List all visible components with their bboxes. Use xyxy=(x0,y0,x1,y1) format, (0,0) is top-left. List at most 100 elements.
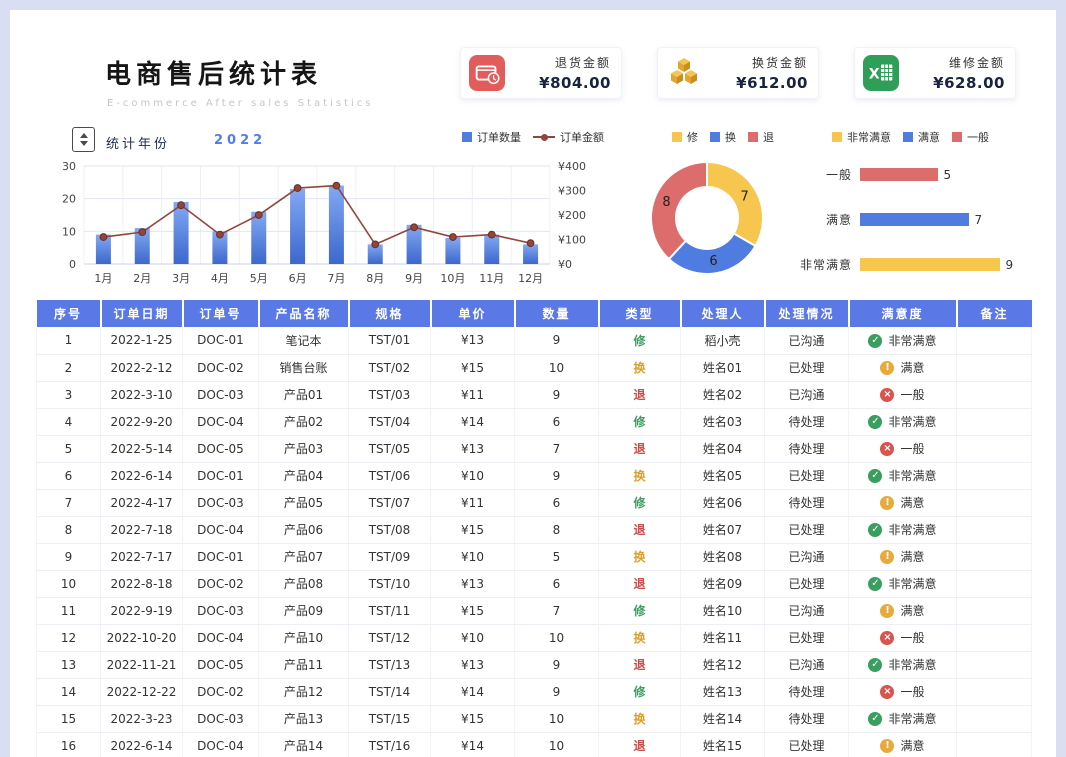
cell-index[interactable]: 14 xyxy=(36,678,101,706)
cell-product-name[interactable]: 产品09 xyxy=(258,597,349,625)
cell-unit-price[interactable]: ¥10 xyxy=(430,624,515,652)
cell-type[interactable]: 换 xyxy=(598,462,681,490)
cell-unit-price[interactable]: ¥13 xyxy=(430,651,515,679)
cell-type[interactable]: 修 xyxy=(598,327,681,355)
cell-unit-price[interactable]: ¥10 xyxy=(430,543,515,571)
cell-product-name[interactable]: 笔记本 xyxy=(258,327,349,355)
cell-type[interactable]: 退 xyxy=(598,516,681,544)
cell-order-date[interactable]: 2022-3-10 xyxy=(100,381,183,409)
cell-note[interactable] xyxy=(956,435,1032,463)
cell-index[interactable]: 13 xyxy=(36,651,101,679)
cell-order-no[interactable]: DOC-03 xyxy=(182,597,259,625)
cell-note[interactable] xyxy=(956,354,1032,382)
cell-satisfaction[interactable]: × 一般 xyxy=(848,381,957,409)
cell-handler[interactable]: 姓名13 xyxy=(680,678,765,706)
cell-product-name[interactable]: 产品14 xyxy=(258,732,349,757)
cell-qty[interactable]: 9 xyxy=(514,462,599,490)
cell-order-date[interactable]: 2022-7-17 xyxy=(100,543,183,571)
cell-status[interactable]: 已沟通 xyxy=(764,327,849,355)
cell-order-date[interactable]: 2022-1-25 xyxy=(100,327,183,355)
cell-type[interactable]: 退 xyxy=(598,570,681,598)
cell-order-no[interactable]: DOC-01 xyxy=(182,327,259,355)
col-header-status[interactable]: 处理情况 xyxy=(764,300,850,327)
cell-handler[interactable]: 姓名12 xyxy=(680,651,765,679)
cell-note[interactable] xyxy=(956,705,1032,733)
cell-type[interactable]: 修 xyxy=(598,408,681,436)
cell-type[interactable]: 退 xyxy=(598,732,681,757)
cell-note[interactable] xyxy=(956,462,1032,490)
cell-type[interactable]: 换 xyxy=(598,624,681,652)
cell-note[interactable] xyxy=(956,570,1032,598)
cell-order-no[interactable]: DOC-03 xyxy=(182,705,259,733)
cell-note[interactable] xyxy=(956,597,1032,625)
cell-product-name[interactable]: 产品12 xyxy=(258,678,349,706)
cell-type[interactable]: 修 xyxy=(598,678,681,706)
col-header-satisfaction[interactable]: 满意度 xyxy=(848,300,958,327)
cell-unit-price[interactable]: ¥10 xyxy=(430,462,515,490)
cell-index[interactable]: 16 xyxy=(36,732,101,757)
cell-note[interactable] xyxy=(956,381,1032,409)
col-header-spec[interactable]: 规格 xyxy=(348,300,432,327)
cell-satisfaction[interactable]: ✓ 非常满意 xyxy=(848,462,957,490)
cell-index[interactable]: 8 xyxy=(36,516,101,544)
year-stepper[interactable] xyxy=(72,127,95,152)
cell-order-date[interactable]: 2022-6-14 xyxy=(100,732,183,757)
cell-status[interactable]: 已沟通 xyxy=(764,543,849,571)
cell-index[interactable]: 3 xyxy=(36,381,101,409)
cell-order-date[interactable]: 2022-11-21 xyxy=(100,651,183,679)
cell-handler[interactable]: 姓名07 xyxy=(680,516,765,544)
cell-spec[interactable]: TST/03 xyxy=(348,381,431,409)
cell-order-no[interactable]: DOC-05 xyxy=(182,435,259,463)
cell-status[interactable]: 已处理 xyxy=(764,624,849,652)
cell-unit-price[interactable]: ¥14 xyxy=(430,678,515,706)
cell-order-no[interactable]: DOC-03 xyxy=(182,381,259,409)
cell-index[interactable]: 6 xyxy=(36,462,101,490)
cell-product-name[interactable]: 产品03 xyxy=(258,435,349,463)
cell-note[interactable] xyxy=(956,732,1032,757)
cell-order-no[interactable]: DOC-05 xyxy=(182,651,259,679)
cell-product-name[interactable]: 产品05 xyxy=(258,489,349,517)
col-header-qty[interactable]: 数量 xyxy=(514,300,600,327)
cell-handler[interactable]: 姓名03 xyxy=(680,408,765,436)
cell-satisfaction[interactable]: ✓ 非常满意 xyxy=(848,408,957,436)
cell-satisfaction[interactable]: ✓ 非常满意 xyxy=(848,570,957,598)
cell-spec[interactable]: TST/16 xyxy=(348,732,431,757)
cell-order-date[interactable]: 2022-6-14 xyxy=(100,462,183,490)
cell-satisfaction[interactable]: ! 满意 xyxy=(848,732,957,757)
cell-qty[interactable]: 7 xyxy=(514,435,599,463)
cell-unit-price[interactable]: ¥11 xyxy=(430,489,515,517)
cell-index[interactable]: 4 xyxy=(36,408,101,436)
cell-order-date[interactable]: 2022-12-22 xyxy=(100,678,183,706)
cell-status[interactable]: 已沟通 xyxy=(764,597,849,625)
cell-spec[interactable]: TST/08 xyxy=(348,516,431,544)
cell-spec[interactable]: TST/05 xyxy=(348,435,431,463)
cell-product-name[interactable]: 产品07 xyxy=(258,543,349,571)
cell-unit-price[interactable]: ¥13 xyxy=(430,435,515,463)
cell-index[interactable]: 2 xyxy=(36,354,101,382)
col-header-unit-price[interactable]: 单价 xyxy=(430,300,516,327)
cell-type[interactable]: 修 xyxy=(598,489,681,517)
cell-note[interactable] xyxy=(956,516,1032,544)
cell-satisfaction[interactable]: × 一般 xyxy=(848,435,957,463)
cell-index[interactable]: 15 xyxy=(36,705,101,733)
cell-spec[interactable]: TST/06 xyxy=(348,462,431,490)
cell-spec[interactable]: TST/13 xyxy=(348,651,431,679)
cell-unit-price[interactable]: ¥15 xyxy=(430,516,515,544)
cell-spec[interactable]: TST/14 xyxy=(348,678,431,706)
cell-note[interactable] xyxy=(956,327,1032,355)
cell-spec[interactable]: TST/07 xyxy=(348,489,431,517)
cell-unit-price[interactable]: ¥14 xyxy=(430,732,515,757)
cell-qty[interactable]: 6 xyxy=(514,408,599,436)
cell-status[interactable]: 待处理 xyxy=(764,435,849,463)
cell-order-no[interactable]: DOC-04 xyxy=(182,732,259,757)
cell-satisfaction[interactable]: ! 满意 xyxy=(848,489,957,517)
cell-unit-price[interactable]: ¥13 xyxy=(430,570,515,598)
cell-handler[interactable]: 姓名15 xyxy=(680,732,765,757)
stepper-down-icon[interactable] xyxy=(79,141,88,146)
cell-order-no[interactable]: DOC-02 xyxy=(182,678,259,706)
cell-status[interactable]: 已沟通 xyxy=(764,381,849,409)
cell-handler[interactable]: 姓名05 xyxy=(680,462,765,490)
cell-index[interactable]: 9 xyxy=(36,543,101,571)
cell-order-date[interactable]: 2022-5-14 xyxy=(100,435,183,463)
cell-order-date[interactable]: 2022-9-20 xyxy=(100,408,183,436)
